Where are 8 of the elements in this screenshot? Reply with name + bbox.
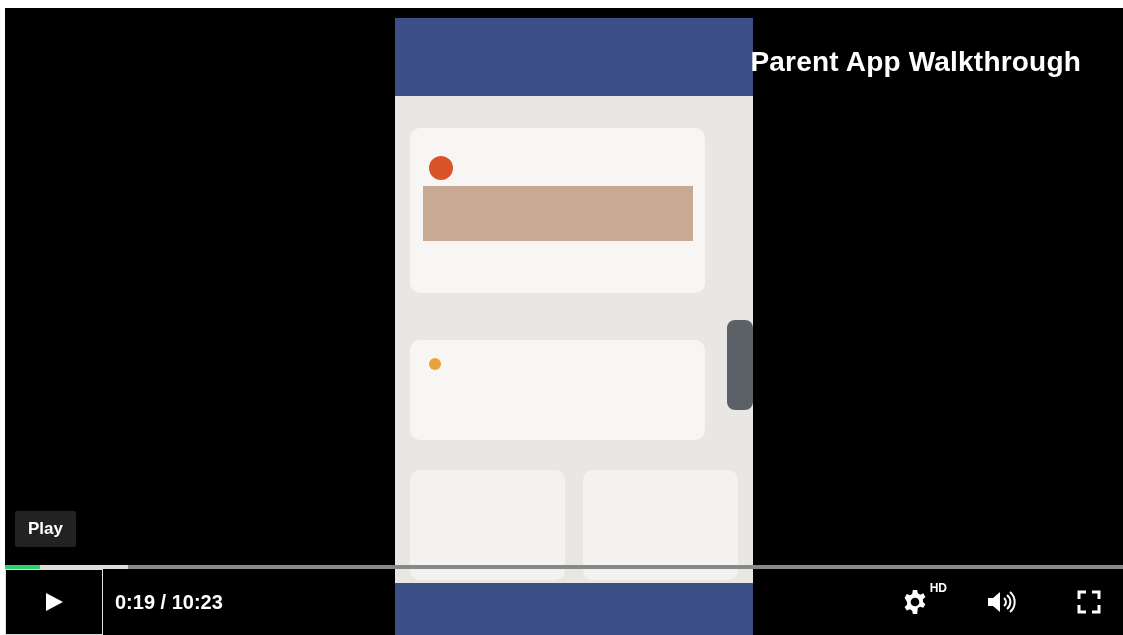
hd-label: HD <box>929 581 947 595</box>
play-tooltip: Play <box>15 511 76 547</box>
fullscreen-icon[interactable] <box>1077 590 1101 614</box>
play-icon <box>43 591 65 613</box>
video-title: Parent App Walkthrough <box>750 46 1081 78</box>
play-button[interactable] <box>5 569 103 635</box>
time-display: 0:19 / 10:23 <box>115 590 223 614</box>
volume-icon[interactable] <box>987 590 1017 614</box>
